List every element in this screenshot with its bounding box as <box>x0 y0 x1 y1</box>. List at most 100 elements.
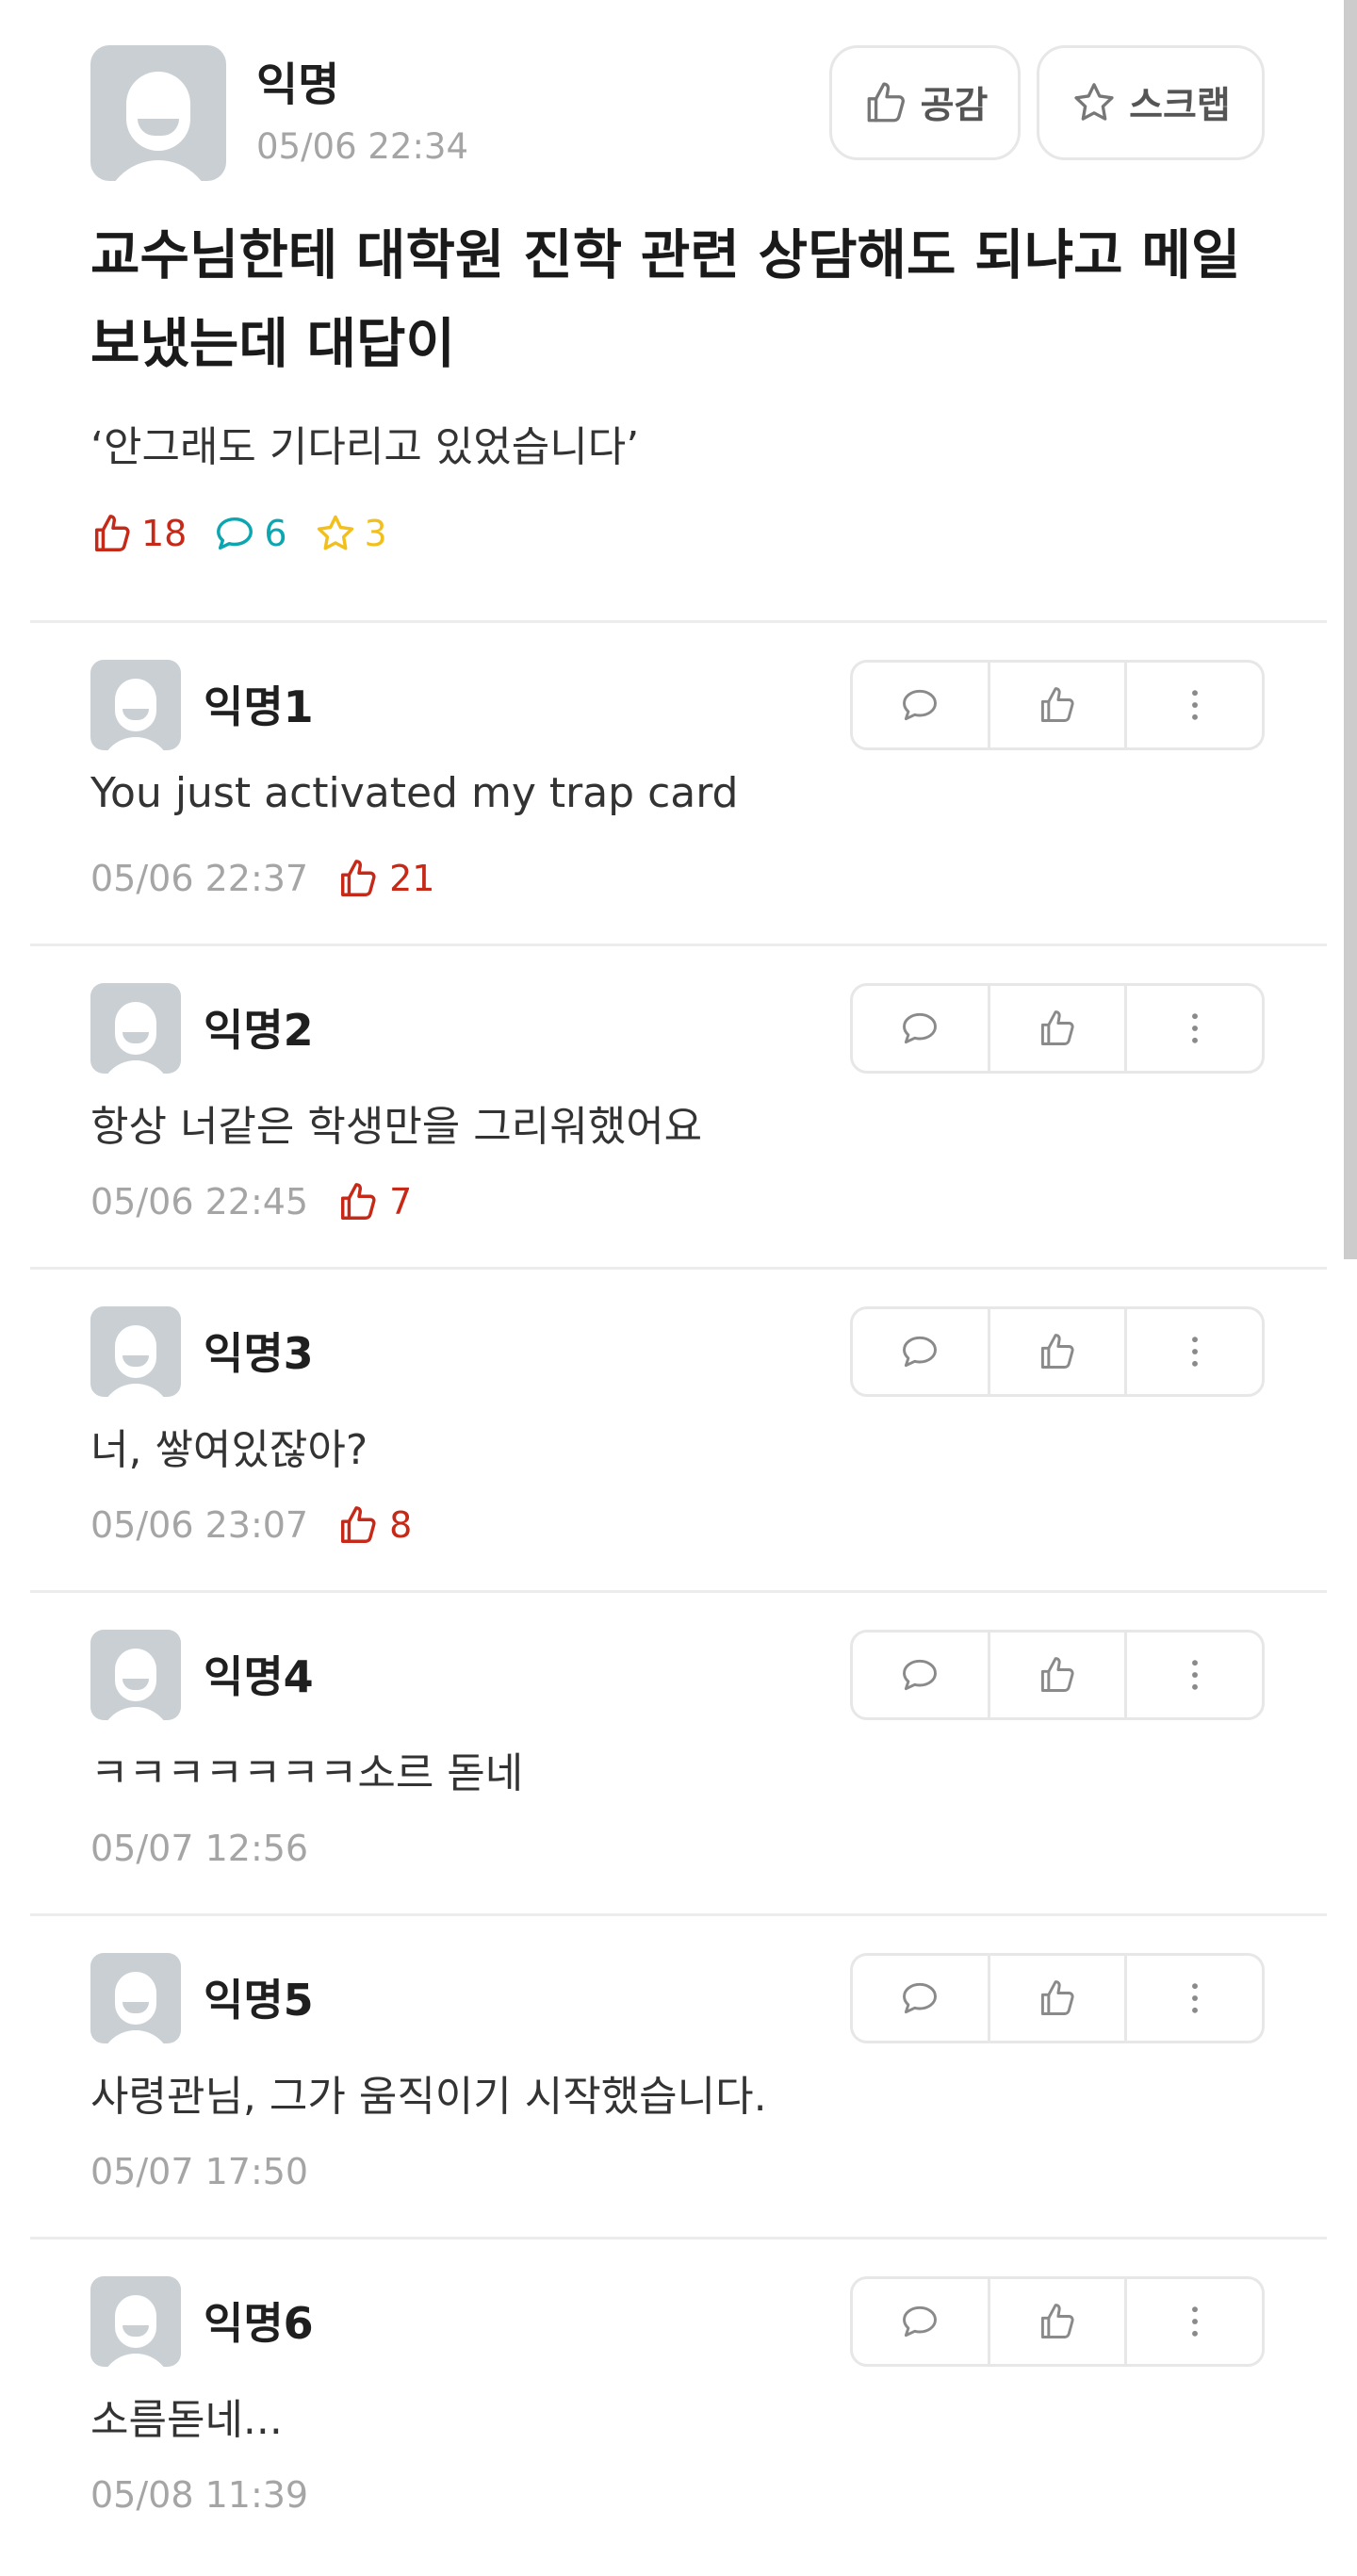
reply-button[interactable] <box>853 986 990 1071</box>
post: 익명 05/06 22:34 공감 스크랩 교수님한테 대학원 진학 관련 상담… <box>0 0 1357 626</box>
post-author-avatar <box>90 45 226 181</box>
comment-text: ㅋㅋㅋㅋㅋㅋㅋ소르 돋네 <box>90 1749 524 1797</box>
more-options-button[interactable] <box>1127 1956 1262 2041</box>
comment-meta: 05/07 12:56 <box>90 1820 308 1877</box>
comment-like-count-value: 21 <box>389 858 435 899</box>
more-options-button[interactable] <box>1127 986 1262 1071</box>
speech-bubble-icon <box>903 1982 938 2014</box>
thumbs-up-icon <box>1040 1980 1074 2015</box>
comment-author: 익명3 <box>204 1328 314 1379</box>
comment-actions <box>850 660 1265 750</box>
comment-text: 항상 너같은 학생만을 그리워했어요 <box>90 1103 703 1151</box>
comment-meta: 05/06 23:07 8 <box>90 1497 412 1553</box>
more-vertical-icon <box>1191 2306 1198 2337</box>
comment-text: 소름돋네... <box>90 2396 283 2444</box>
thumbs-up-icon <box>1040 1334 1074 1369</box>
post-comment-count-value: 6 <box>264 513 287 554</box>
comment-author: 익명6 <box>204 2298 314 2349</box>
comment-like-button[interactable] <box>990 1633 1128 1717</box>
speech-bubble-icon <box>903 2305 938 2338</box>
thumbs-up-icon <box>867 82 905 123</box>
speech-bubble-icon <box>903 689 938 721</box>
post-body: ‘안그래도 기다리고 있었습니다’ <box>90 423 640 471</box>
reply-button[interactable] <box>853 663 990 747</box>
more-vertical-icon <box>1191 1983 1198 2013</box>
comment-like-count: 8 <box>336 1503 412 1547</box>
scrap-button-label: 스크랩 <box>1129 85 1231 127</box>
comment: 익명4 ㅋㅋㅋㅋㅋㅋㅋ소르 돋네 05/07 12:56 <box>0 1596 1357 1919</box>
star-icon <box>317 515 353 550</box>
comment-actions <box>850 2276 1265 2367</box>
comment-timestamp: 05/06 23:07 <box>90 1504 309 1546</box>
comment-timestamp: 05/07 17:50 <box>90 2151 309 2192</box>
post-scrap-count-value: 3 <box>364 513 387 554</box>
comment-actions <box>850 1953 1265 2043</box>
divider <box>30 943 1327 946</box>
comment-like-count-value: 8 <box>389 1504 413 1546</box>
comment-timestamp: 05/08 11:39 <box>90 2474 309 2516</box>
comment-avatar <box>90 983 181 1074</box>
comment-like-button[interactable] <box>990 986 1128 1071</box>
divider <box>30 1590 1327 1593</box>
comment-like-button[interactable] <box>990 2279 1128 2364</box>
thumbs-up-icon <box>94 515 130 551</box>
comment-avatar <box>90 660 181 750</box>
speech-bubble-icon <box>217 517 253 550</box>
comment-text: 사령관님, 그가 움직이기 시작했습니다. <box>90 2073 767 2121</box>
divider <box>30 620 1327 623</box>
comment-like-count-value: 7 <box>389 1181 413 1222</box>
comment-like-count: 7 <box>336 1180 412 1223</box>
post-title: 교수님한테 대학원 진학 관련 상담해도 되냐고 메일 보냈는데 대답이 <box>90 224 1241 375</box>
thumbs-up-icon <box>1040 1010 1074 1045</box>
comment-avatar <box>90 1306 181 1397</box>
comment: 익명1 You just activated my trap card 05/0… <box>0 626 1357 949</box>
scrap-button[interactable]: 스크랩 <box>1037 45 1265 160</box>
comment-avatar <box>90 1630 181 1720</box>
thumbs-up-icon <box>1040 687 1074 722</box>
comment-author: 익명1 <box>204 681 314 732</box>
more-options-button[interactable] <box>1127 663 1262 747</box>
comment-like-count: 21 <box>336 857 434 900</box>
divider <box>30 1267 1327 1270</box>
more-vertical-icon <box>1191 1013 1198 1043</box>
comment-timestamp: 05/07 12:56 <box>90 1828 309 1869</box>
comment: 익명3 너, 쌓여있잖아? 05/06 23:07 8 <box>0 1272 1357 1596</box>
comment-author: 익명5 <box>204 1975 314 2026</box>
thumbs-up-icon <box>1040 1657 1074 1692</box>
comment-meta: 05/06 22:45 7 <box>90 1173 412 1230</box>
divider <box>30 2237 1327 2240</box>
comment-avatar <box>90 2276 181 2367</box>
speech-bubble-icon <box>903 1659 938 1691</box>
more-vertical-icon <box>1191 690 1198 720</box>
comment-timestamp: 05/06 22:45 <box>90 1181 309 1222</box>
comment-author: 익명4 <box>204 1651 314 1702</box>
more-options-button[interactable] <box>1127 1309 1262 1394</box>
comment-actions <box>850 1306 1265 1397</box>
comment-actions <box>850 983 1265 1074</box>
like-button[interactable]: 공감 <box>829 45 1021 160</box>
comment: 익명2 항상 너같은 학생만을 그리워했어요 05/06 22:45 7 <box>0 949 1357 1272</box>
thumbs-up-icon <box>341 1183 376 1220</box>
comment-author: 익명2 <box>204 1005 314 1056</box>
comment-avatar <box>90 1953 181 2043</box>
comment-actions <box>850 1630 1265 1720</box>
more-options-button[interactable] <box>1127 2279 1262 2364</box>
post-like-count-value: 18 <box>141 513 188 554</box>
post-like-count: 18 <box>90 512 187 555</box>
more-options-button[interactable] <box>1127 1633 1262 1717</box>
comment-like-button[interactable] <box>990 1956 1128 2041</box>
comment-meta: 05/06 22:37 21 <box>90 850 434 907</box>
more-vertical-icon <box>1191 1660 1198 1690</box>
divider <box>30 1913 1327 1916</box>
reply-button[interactable] <box>853 1956 990 2041</box>
thumbs-up-icon <box>341 860 376 896</box>
comment-text: You just activated my trap card <box>90 769 739 817</box>
reply-button[interactable] <box>853 2279 990 2364</box>
reply-button[interactable] <box>853 1309 990 1394</box>
speech-bubble-icon <box>903 1012 938 1044</box>
comment: 익명6 소름돋네... 05/08 11:39 <box>0 2242 1357 2566</box>
comment-like-button[interactable] <box>990 663 1128 747</box>
star-icon <box>1074 83 1114 121</box>
comment-like-button[interactable] <box>990 1309 1128 1394</box>
reply-button[interactable] <box>853 1633 990 1717</box>
